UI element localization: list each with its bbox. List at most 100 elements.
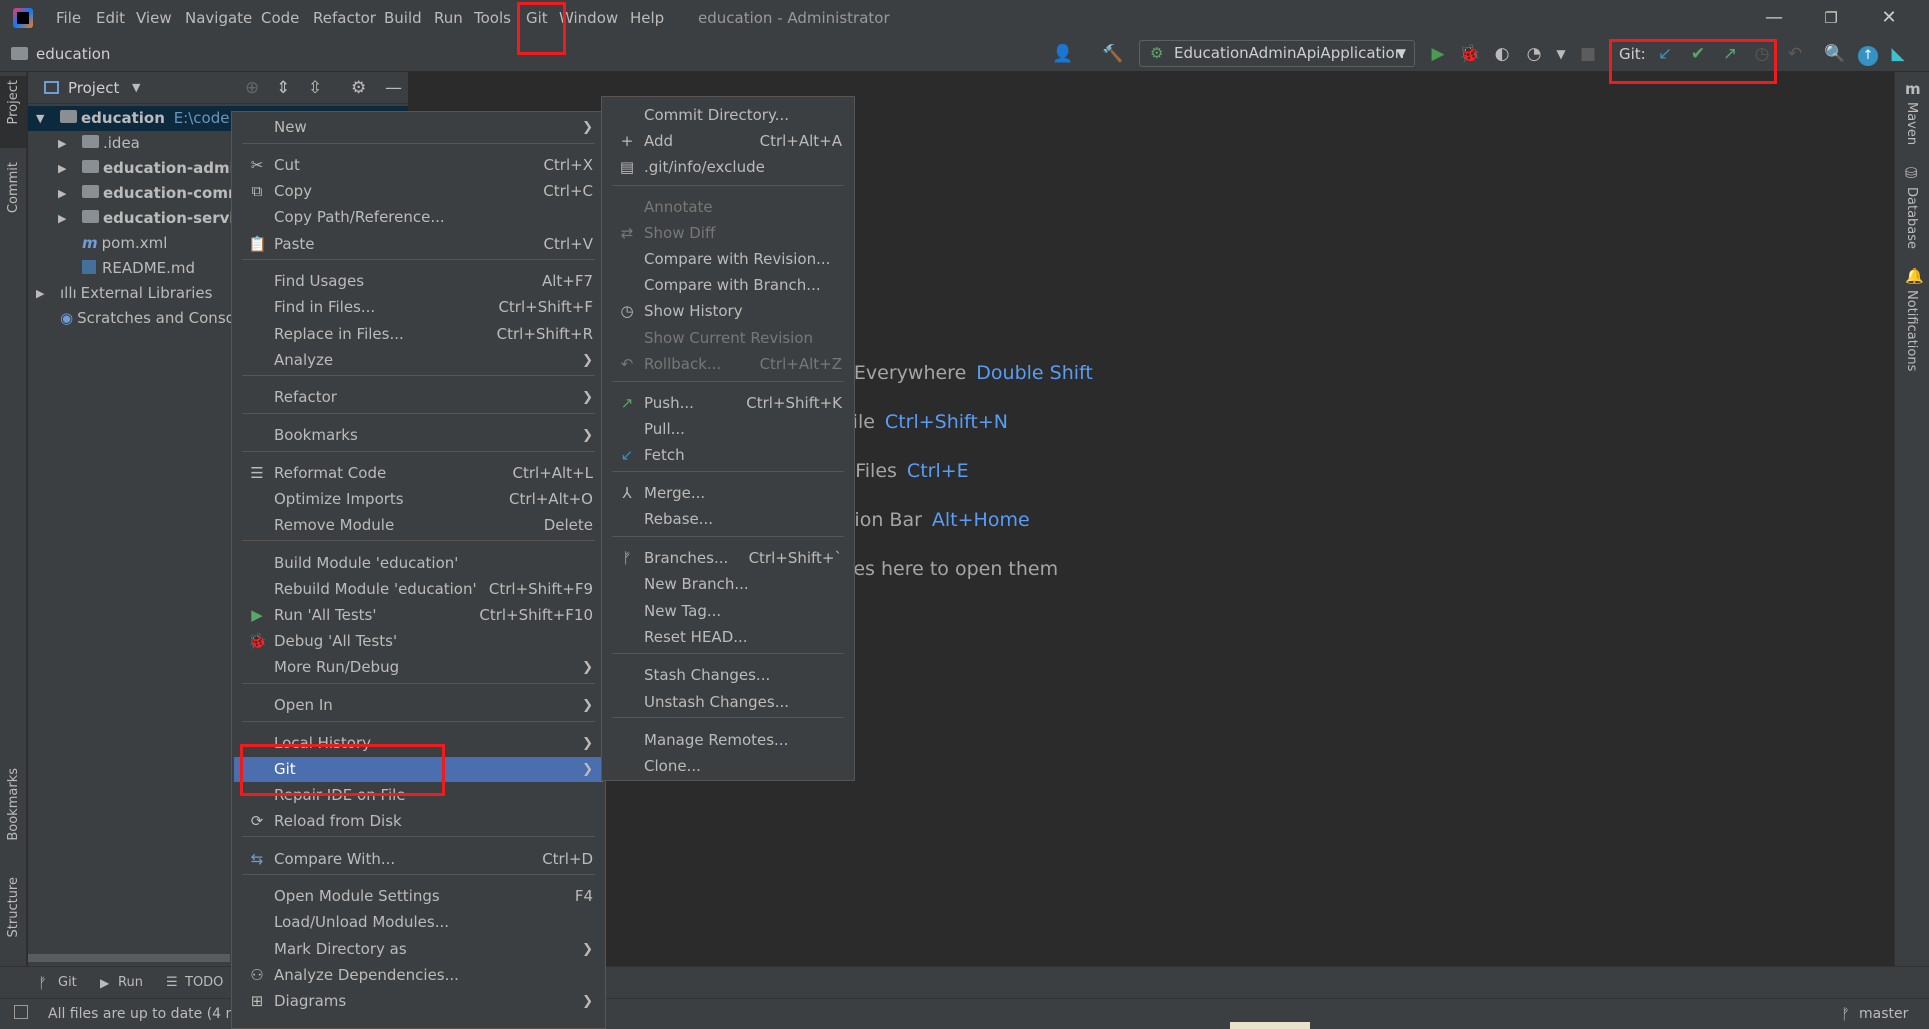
hide-icon[interactable]: — bbox=[385, 72, 402, 104]
run-icon[interactable]: ▶ bbox=[1425, 40, 1451, 68]
context-menu-item-reload-from-disk[interactable]: ⟳ Reload from Disk bbox=[234, 809, 603, 834]
context-menu-item-optimize-imports[interactable]: Optimize Imports Ctrl+Alt+O bbox=[234, 487, 603, 512]
debug-icon[interactable]: 🐞 bbox=[1457, 40, 1483, 68]
toggle-tool-windows-icon[interactable] bbox=[14, 1005, 28, 1019]
git-submenu-item-new-branch[interactable]: New Branch... bbox=[604, 572, 852, 597]
git-submenu-item-unstash-changes[interactable]: Unstash Changes... bbox=[604, 690, 852, 715]
maven-tool-tab[interactable]: Maven bbox=[1904, 102, 1919, 145]
git-tool-tab[interactable]: Git bbox=[58, 967, 77, 999]
git-submenu-item-new-tag[interactable]: New Tag... bbox=[604, 599, 852, 624]
git-submenu-item-clone[interactable]: Clone... bbox=[604, 754, 852, 779]
git-submenu-item-reset-head[interactable]: Reset HEAD... bbox=[604, 625, 852, 650]
git-submenu-item-annotate[interactable]: Annotate bbox=[604, 195, 852, 220]
menu-help[interactable]: Help bbox=[630, 0, 664, 36]
git-rollback-icon[interactable]: ↶ bbox=[1782, 40, 1808, 68]
notifications-tool-tab[interactable]: Notifications bbox=[1904, 290, 1919, 371]
chevron-right-icon[interactable]: ▶ bbox=[58, 131, 66, 156]
menu-refactor[interactable]: Refactor bbox=[313, 0, 376, 36]
run-configuration-select[interactable]: ⚙ EducationAdminApiApplication ▼ bbox=[1139, 40, 1415, 67]
minimize-button[interactable]: — bbox=[1749, 0, 1799, 36]
more-run-chevron-icon[interactable]: ▼ bbox=[1548, 40, 1574, 68]
context-menu-item-analyze-dependencies[interactable]: ⚇ Analyze Dependencies... bbox=[234, 963, 603, 988]
menu-tools[interactable]: Tools bbox=[474, 0, 511, 36]
commit-tool-tab[interactable]: Commit bbox=[6, 162, 21, 213]
update-icon[interactable]: ↑ bbox=[1855, 40, 1881, 68]
restore-button[interactable]: ❐ bbox=[1806, 0, 1856, 36]
chevron-down-icon[interactable]: ▼ bbox=[132, 72, 140, 104]
git-submenu-item-add[interactable]: + Add Ctrl+Alt+A bbox=[604, 129, 852, 154]
git-submenu-item-manage-remotes[interactable]: Manage Remotes... bbox=[604, 728, 852, 753]
context-menu-item-run-all-tests[interactable]: ▶ Run 'All Tests' Ctrl+Shift+F10 bbox=[234, 603, 603, 628]
run-tool-tab[interactable]: Run bbox=[118, 967, 143, 999]
menu-window[interactable]: Window bbox=[559, 0, 618, 36]
menu-file[interactable]: File bbox=[56, 0, 81, 36]
git-submenu-item-git-info-exclude[interactable]: ▤ .git/info/exclude bbox=[604, 155, 852, 180]
git-submenu-item-show-current-revision[interactable]: Show Current Revision bbox=[604, 326, 852, 351]
breadcrumb-project[interactable]: education bbox=[36, 36, 110, 72]
context-menu-item-rebuild-module-education[interactable]: Rebuild Module 'education' Ctrl+Shift+F9 bbox=[234, 577, 603, 602]
context-menu-item-remove-module[interactable]: Remove Module Delete bbox=[234, 513, 603, 538]
structure-tool-tab[interactable]: Structure bbox=[6, 877, 21, 937]
current-branch-widget[interactable]: master bbox=[1859, 999, 1908, 1029]
bookmarks-tool-tab[interactable]: Bookmarks bbox=[6, 768, 21, 841]
context-menu-item-mark-directory-as[interactable]: Mark Directory as ❯ bbox=[234, 937, 603, 962]
git-submenu-item-rollback[interactable]: ↶ Rollback... Ctrl+Alt+Z bbox=[604, 352, 852, 377]
context-menu-item-open-in[interactable]: Open In ❯ bbox=[234, 693, 603, 718]
context-menu-item-new[interactable]: New ❯ bbox=[234, 115, 603, 140]
code-with-me-icon[interactable]: ◣ bbox=[1885, 40, 1911, 68]
database-tool-tab[interactable]: Database bbox=[1904, 187, 1919, 249]
context-menu-item-analyze[interactable]: Analyze ❯ bbox=[234, 348, 603, 373]
context-menu-item-open-module-settings[interactable]: Open Module Settings F4 bbox=[234, 884, 603, 909]
chevron-right-icon[interactable]: ▶ bbox=[58, 206, 66, 231]
project-panel-title[interactable]: Project bbox=[68, 72, 119, 104]
context-menu-item-cut[interactable]: ✂ Cut Ctrl+X bbox=[234, 153, 603, 178]
chevron-right-icon[interactable]: ▶ bbox=[58, 156, 66, 181]
chevron-right-icon[interactable]: ▶ bbox=[36, 281, 44, 306]
horizontal-scrollbar[interactable] bbox=[28, 954, 230, 962]
context-menu-item-build-module-education[interactable]: Build Module 'education' bbox=[234, 551, 603, 576]
close-button[interactable]: ✕ bbox=[1864, 0, 1914, 36]
stop-icon[interactable]: ■ bbox=[1575, 40, 1601, 68]
context-menu-item-paste[interactable]: 📋 Paste Ctrl+V bbox=[234, 232, 603, 257]
git-submenu-item-rebase[interactable]: Rebase... bbox=[604, 507, 852, 532]
context-menu-item-diagrams[interactable]: ⊞ Diagrams ❯ bbox=[234, 989, 603, 1014]
context-menu-item-bookmarks[interactable]: Bookmarks ❯ bbox=[234, 423, 603, 448]
context-menu-item-compare-with[interactable]: ⇆ Compare With... Ctrl+D bbox=[234, 847, 603, 872]
context-menu-item-debug-all-tests[interactable]: 🐞 Debug 'All Tests' bbox=[234, 629, 603, 654]
context-menu-item-load-unload-modules[interactable]: Load/Unload Modules... bbox=[234, 910, 603, 935]
git-submenu-item-commit-directory[interactable]: Commit Directory... bbox=[604, 103, 852, 128]
git-submenu-item-branches[interactable]: ᚠ Branches... Ctrl+Shift+` bbox=[604, 546, 852, 571]
chevron-down-icon[interactable]: ▼ bbox=[36, 106, 44, 131]
menu-code[interactable]: Code bbox=[261, 0, 299, 36]
context-menu-item-copy-path-reference[interactable]: Copy Path/Reference... bbox=[234, 205, 603, 230]
context-menu-item-replace-in-files[interactable]: Replace in Files... Ctrl+Shift+R bbox=[234, 322, 603, 347]
git-submenu-item-fetch[interactable]: ↙ Fetch bbox=[604, 443, 852, 468]
menu-run[interactable]: Run bbox=[434, 0, 463, 36]
menu-navigate[interactable]: Navigate bbox=[185, 0, 252, 36]
gear-icon[interactable]: ⚙ bbox=[351, 72, 366, 104]
collapse-all-icon[interactable]: ⇳ bbox=[308, 72, 322, 104]
search-icon[interactable]: 🔍 bbox=[1822, 40, 1848, 68]
git-submenu-item-push[interactable]: ↗ Push... Ctrl+Shift+K bbox=[604, 391, 852, 416]
menu-view[interactable]: View bbox=[136, 0, 172, 36]
git-submenu-item-pull[interactable]: Pull... bbox=[604, 417, 852, 442]
git-submenu-item-show-history[interactable]: ◷ Show History bbox=[604, 299, 852, 324]
git-submenu-item-compare-with-branch[interactable]: Compare with Branch... bbox=[604, 273, 852, 298]
menu-build[interactable]: Build bbox=[384, 0, 422, 36]
context-menu-item-find-usages[interactable]: Find Usages Alt+F7 bbox=[234, 269, 603, 294]
menu-edit[interactable]: Edit bbox=[96, 0, 125, 36]
chevron-right-icon[interactable]: ▶ bbox=[58, 181, 66, 206]
project-tool-tab[interactable]: Project bbox=[0, 76, 27, 148]
git-submenu-item-stash-changes[interactable]: Stash Changes... bbox=[604, 663, 852, 688]
build-hammer-icon[interactable]: 🔨 bbox=[1100, 40, 1126, 68]
context-menu-item-reformat-code[interactable]: ☰ Reformat Code Ctrl+Alt+L bbox=[234, 461, 603, 486]
git-submenu-item-show-diff[interactable]: ⇄ Show Diff bbox=[604, 221, 852, 246]
coverage-icon[interactable]: ◐ bbox=[1489, 40, 1515, 68]
user-icon[interactable]: 👤 bbox=[1050, 40, 1076, 68]
git-submenu-item-compare-with-revision[interactable]: Compare with Revision... bbox=[604, 247, 852, 272]
context-menu-item-find-in-files[interactable]: Find in Files... Ctrl+Shift+F bbox=[234, 295, 603, 320]
todo-tool-tab[interactable]: TODO bbox=[185, 967, 223, 999]
git-submenu-item-merge[interactable]: ⅄ Merge... bbox=[604, 481, 852, 506]
context-menu-item-more-run-debug[interactable]: More Run/Debug ❯ bbox=[234, 655, 603, 680]
profiler-icon[interactable]: ◔ bbox=[1521, 40, 1547, 68]
